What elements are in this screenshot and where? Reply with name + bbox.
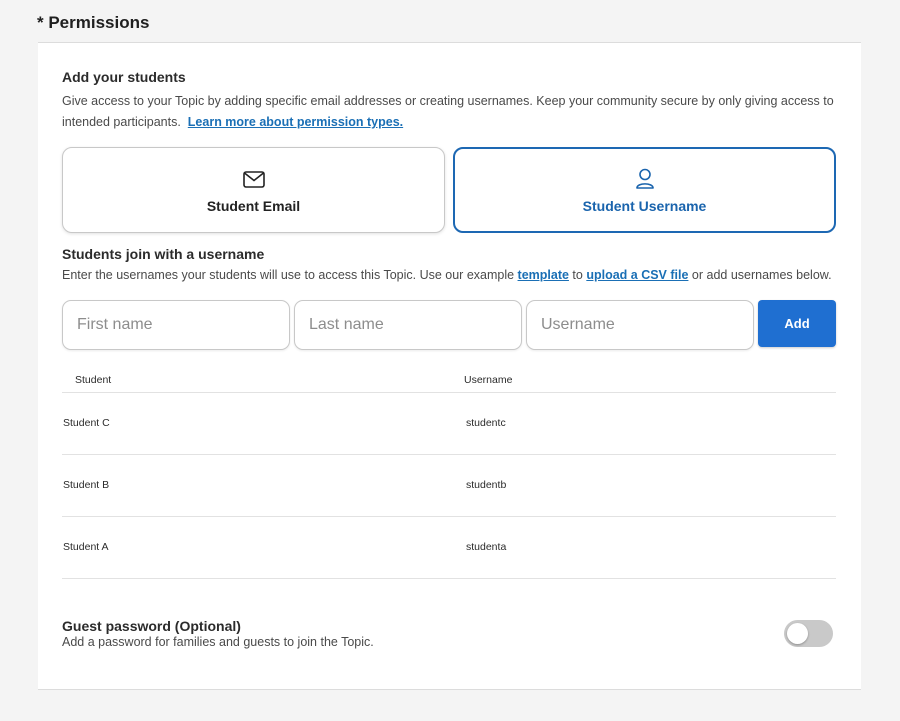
envelope-icon (242, 171, 265, 188)
last-name-input[interactable] (294, 300, 522, 350)
student-name-cell: Student A (63, 541, 109, 553)
permissions-panel: Add your students Give access to your To… (38, 42, 861, 690)
student-email-label: Student Email (206, 198, 301, 214)
join-text-after: or add usernames below. (688, 268, 832, 282)
column-header-student: Student (75, 374, 112, 386)
username-cell: studentc (466, 417, 506, 429)
student-name-cell: Student C (63, 417, 110, 429)
guest-password-text: Add a password for families and guests t… (62, 635, 374, 649)
table-row: Student C studentc (62, 392, 836, 454)
student-email-option[interactable]: Student Email (62, 147, 445, 233)
first-name-input[interactable] (62, 300, 290, 350)
table-divider (62, 578, 836, 579)
learn-more-link[interactable]: Learn more about permission types. (188, 115, 403, 129)
template-link[interactable]: template (518, 268, 569, 282)
intro-text-line2-label: intended participants. (62, 115, 181, 129)
username-cell: studenta (466, 541, 507, 553)
join-text-middle: to (568, 268, 587, 282)
add-students-heading: Add your students (62, 69, 186, 85)
student-username-label: Student Username (582, 198, 707, 214)
table-row: Student A studenta (62, 516, 836, 578)
intro-text-line1: Give access to your Topic by adding spec… (62, 94, 834, 108)
guest-password-toggle[interactable] (784, 620, 833, 647)
username-cell: studentb (466, 479, 507, 491)
join-text-before: Enter the usernames your students will u… (62, 268, 518, 282)
intro-text-line2: intended participants. Learn more about … (62, 112, 834, 133)
section-title: * Permissions (37, 13, 150, 32)
upload-csv-link[interactable]: upload a CSV file (586, 268, 688, 282)
table-row: Student B studentb (62, 454, 836, 516)
join-text: Enter the usernames your students will u… (62, 265, 832, 286)
intro-text: Give access to your Topic by adding spec… (62, 91, 834, 133)
join-heading: Students join with a username (62, 246, 265, 262)
student-name-cell: Student B (63, 479, 110, 491)
toggle-knob (787, 623, 808, 644)
column-header-username: Username (464, 374, 513, 386)
add-button[interactable]: Add (758, 300, 836, 347)
username-input[interactable] (526, 300, 754, 350)
user-icon (635, 168, 654, 189)
student-username-option[interactable]: Student Username (453, 147, 836, 233)
